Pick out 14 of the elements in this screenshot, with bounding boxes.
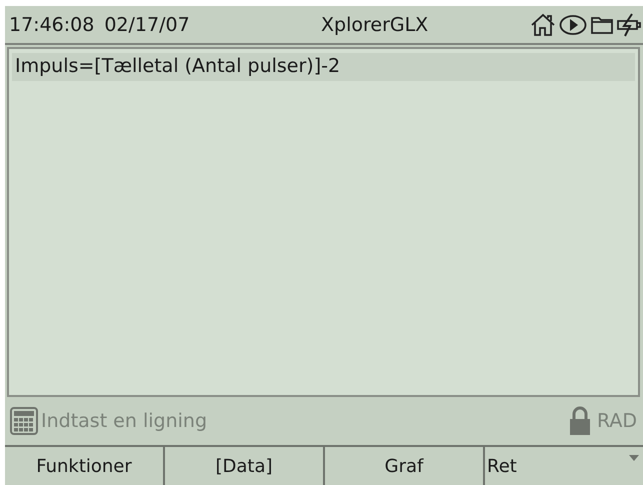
softkey[interactable]: Ret <box>485 447 643 485</box>
softkey[interactable]: [Data] <box>165 447 325 485</box>
caret-icon <box>629 455 639 461</box>
folder-icon[interactable] <box>590 14 614 34</box>
softkey[interactable]: Graf <box>325 447 485 485</box>
calculator-icon[interactable] <box>9 406 39 436</box>
play-icon[interactable] <box>559 14 587 36</box>
home-icon[interactable] <box>530 12 556 36</box>
battery-charging-icon <box>617 12 641 36</box>
angle-mode: RAD <box>596 410 637 432</box>
clock-time: 17:46:08 <box>9 14 94 36</box>
device-title: XplorerGLX <box>320 14 430 36</box>
date: 02/17/07 <box>104 14 190 36</box>
softkey[interactable]: Funktioner <box>5 447 165 485</box>
